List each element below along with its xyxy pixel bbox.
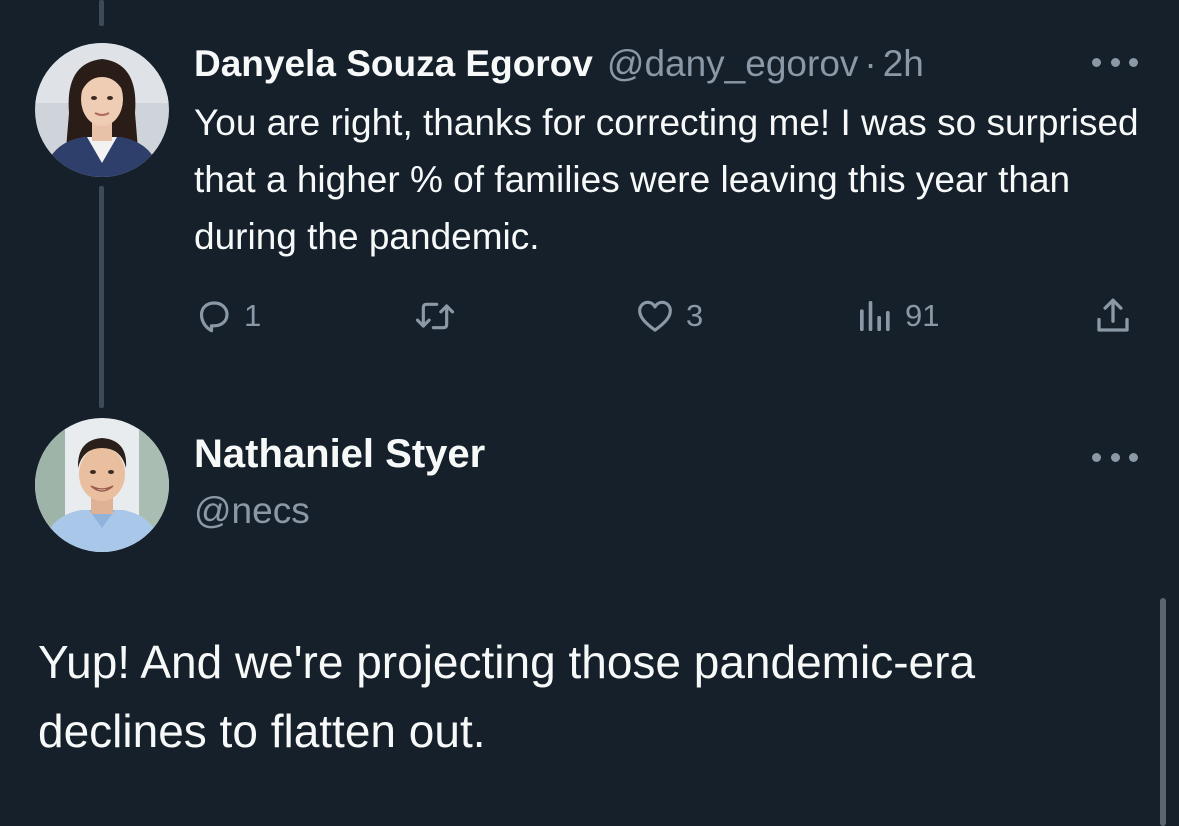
views-button[interactable]: 91 xyxy=(855,296,939,336)
author-handle[interactable]: @necs xyxy=(194,490,310,532)
reply-icon xyxy=(194,296,234,336)
avatar[interactable] xyxy=(35,418,169,552)
thread-line-top xyxy=(99,0,104,26)
like-count: 3 xyxy=(686,298,704,333)
tweet-header: Danyela Souza Egorov @dany_egorov · 2h xyxy=(194,40,924,88)
avatar[interactable] xyxy=(35,43,169,177)
timestamp[interactable]: 2h xyxy=(883,43,924,85)
retweet-button[interactable] xyxy=(412,296,468,336)
reply-count: 1 xyxy=(244,298,262,333)
share-button[interactable] xyxy=(1092,294,1134,338)
tweet-text: Yup! And we're projecting those pandemic… xyxy=(38,636,976,757)
tweet-text: You are right, thanks for correcting me!… xyxy=(194,102,1139,257)
reply-button[interactable]: 1 xyxy=(194,296,261,336)
more-horizontal-icon[interactable] xyxy=(1092,55,1138,69)
author-name[interactable]: Nathaniel Styer xyxy=(194,432,485,477)
views-icon xyxy=(855,296,895,336)
scrollbar[interactable] xyxy=(1160,598,1166,826)
author-name[interactable]: Danyela Souza Egorov xyxy=(194,43,593,85)
like-button[interactable]: 3 xyxy=(634,296,703,336)
heart-icon xyxy=(634,296,676,336)
author-handle[interactable]: @dany_egorov xyxy=(607,43,859,85)
retweet-icon xyxy=(412,296,458,336)
views-count: 91 xyxy=(905,298,940,333)
separator-dot: · xyxy=(864,43,877,84)
share-icon xyxy=(1092,294,1134,338)
more-horizontal-icon[interactable] xyxy=(1092,450,1138,464)
tweet-actions: 1 3 91 xyxy=(0,292,1179,344)
